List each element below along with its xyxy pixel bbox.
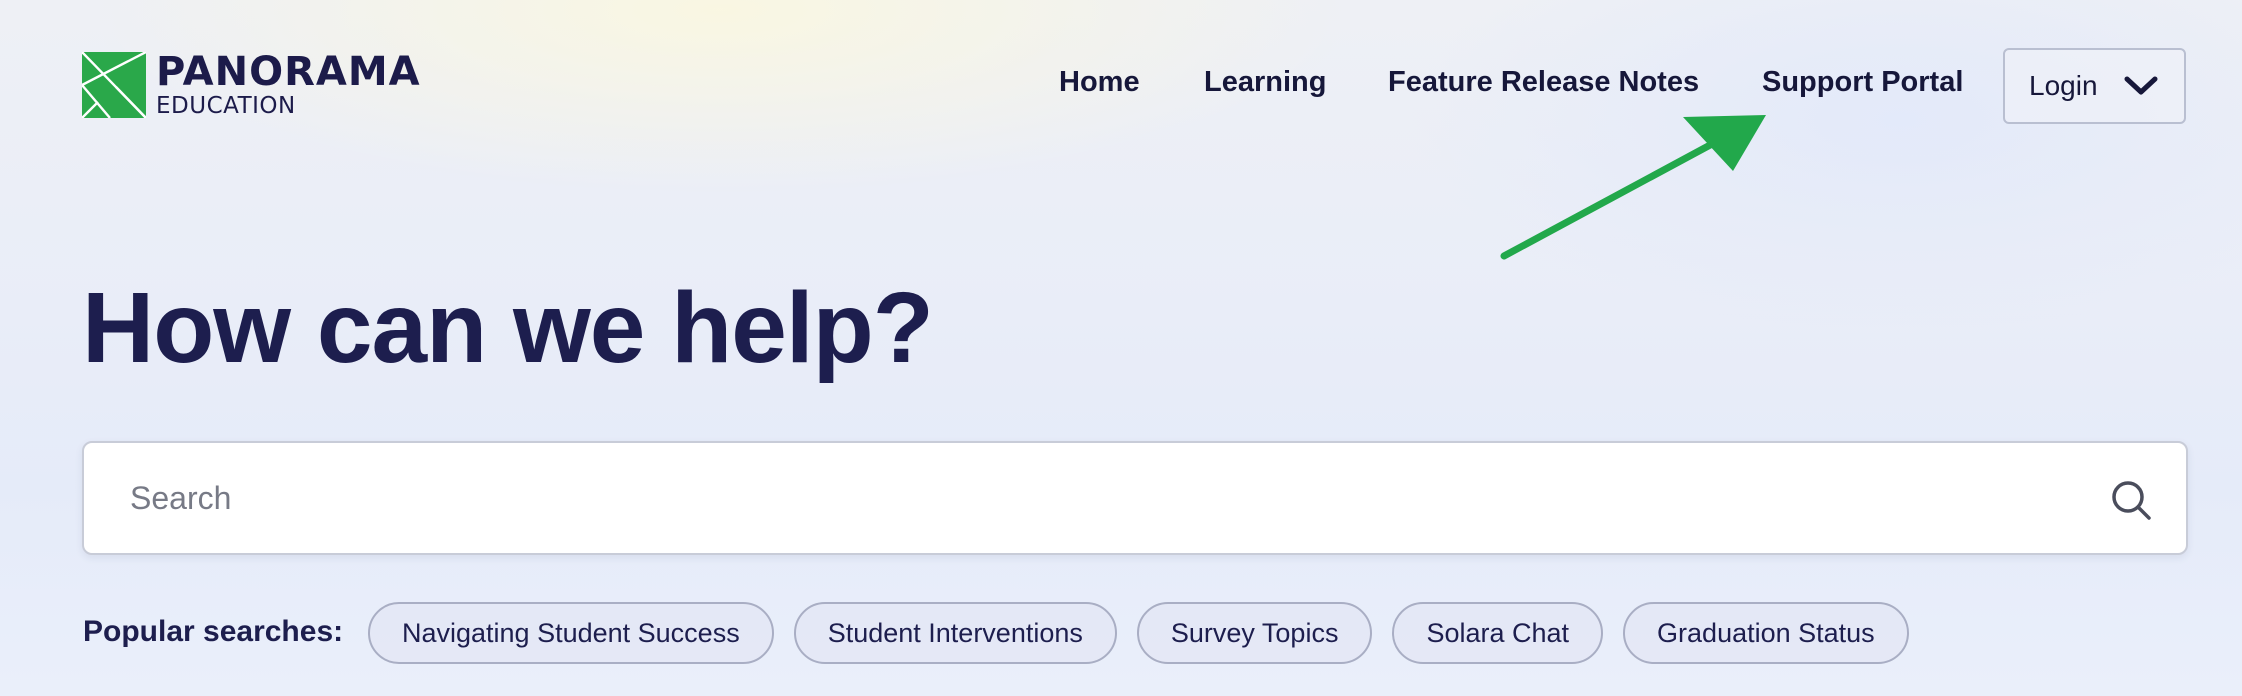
- search-input[interactable]: [130, 443, 2030, 553]
- search-bar: [82, 441, 2188, 555]
- login-dropdown-button[interactable]: Login: [2003, 48, 2186, 124]
- panorama-logo[interactable]: PANORAMA EDUCATION: [82, 50, 421, 118]
- popular-searches-list: Navigating Student Success Student Inter…: [368, 602, 1909, 664]
- site-header: PANORAMA EDUCATION Home Learning Feature…: [0, 0, 2242, 170]
- nav-learning[interactable]: Learning: [1204, 66, 1326, 99]
- panorama-logo-icon: [82, 52, 146, 118]
- popular-search-chip[interactable]: Solara Chat: [1392, 602, 1604, 664]
- nav-support-portal[interactable]: Support Portal: [1762, 66, 1963, 99]
- logo-sub: EDUCATION: [156, 93, 296, 119]
- popular-search-chip[interactable]: Navigating Student Success: [368, 602, 774, 664]
- popular-search-chip[interactable]: Survey Topics: [1136, 602, 1373, 664]
- login-label: Login: [2029, 70, 2098, 101]
- nav-home[interactable]: Home: [1059, 66, 1140, 99]
- search-icon[interactable]: [2110, 479, 2152, 521]
- logo-wordmark: PANORAMA EDUCATION: [156, 50, 421, 118]
- popular-search-chip[interactable]: Student Interventions: [793, 602, 1117, 664]
- popular-search-chip[interactable]: Graduation Status: [1623, 602, 1909, 664]
- nav-feature-release-notes[interactable]: Feature Release Notes: [1388, 66, 1699, 99]
- logo-name: PANORAMA: [156, 49, 421, 95]
- page-title: How can we help?: [82, 272, 934, 384]
- arrow-annotation-icon: [1500, 115, 1766, 260]
- chevron-down-icon: [2124, 76, 2158, 95]
- popular-searches-label: Popular searches:: [83, 615, 344, 648]
